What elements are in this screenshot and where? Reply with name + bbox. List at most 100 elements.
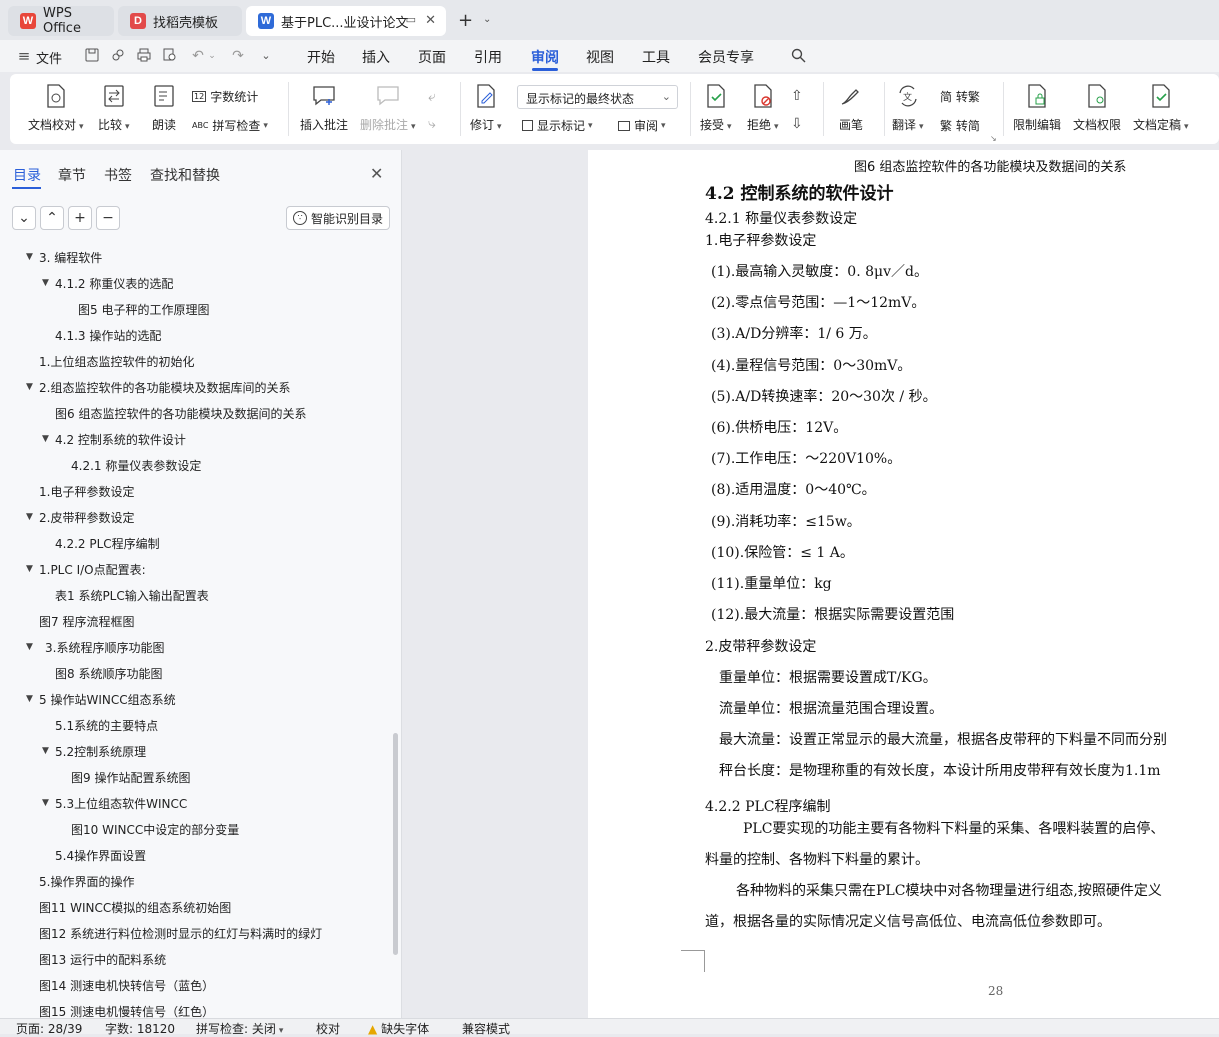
toc-item[interactable]: 5.3上位组态软件WINCC [55,792,187,814]
toc-item[interactable]: 图10 WINCC中设定的部分变量 [71,818,239,840]
tab-docer-templates[interactable]: D 找稻壳模板 [118,6,242,36]
toc-item[interactable]: 5.1系统的主要特点 [55,714,158,736]
toc-item[interactable]: 图13 运行中的配料系统 [39,948,166,970]
reject-button[interactable]: 拒绝 ▾ [747,74,779,133]
doc-finalize-button[interactable]: 文档定稿 ▾ [1133,74,1189,133]
nav-tab-sections[interactable]: 章节 [58,165,86,185]
spell-check-indicator[interactable]: 拼写检查: 关闭 ▾ [196,1020,283,1037]
toc-expand-icon[interactable]: ▼ [26,382,33,392]
restrict-edit-button[interactable]: 限制编辑 [1013,74,1061,133]
compare-button[interactable]: 比较 ▾ [98,74,130,133]
chevron-down-icon[interactable]: ⌄ [483,14,491,25]
remove-heading-button[interactable]: − [96,206,120,230]
toc-expand-icon[interactable]: ▼ [42,746,49,756]
toc-item[interactable]: 3.系统程序顺序功能图 [45,636,164,658]
toc-expand-icon[interactable]: ▼ [26,642,33,652]
toc-item[interactable]: 图7 程序流程框图 [39,610,134,632]
nav-tab-bookmarks[interactable]: 书签 [104,165,132,185]
close-icon[interactable]: ✕ [425,13,436,28]
toc-item[interactable]: 图5 电子秤的工作原理图 [78,298,209,320]
file-menu[interactable]: 文件 [36,48,62,67]
toc-item[interactable]: 4.2 控制系统的软件设计 [55,428,186,450]
previous-revision-icon[interactable]: ⇧ [791,88,803,104]
review-pane-button[interactable]: 审阅 ▾ [618,117,666,134]
search-icon[interactable] [790,48,806,64]
insert-comment-button[interactable]: 插入批注 [300,74,348,133]
toc-expand-icon[interactable]: ▼ [42,434,49,444]
toc-item[interactable]: 4.1.2 称重仪表的选配 [55,272,173,294]
smart-toc-button[interactable]: ∵ 智能识别目录 [286,206,390,230]
translate-button[interactable]: 文 翻译 ▾ [892,74,924,133]
toc-item[interactable]: 1.上位组态监控软件的初始化 [39,350,194,372]
menu-reference[interactable]: 引用 [474,47,502,67]
page-indicator[interactable]: 页面: 28/39 [16,1020,82,1037]
pen-button[interactable]: 画笔 [838,74,864,133]
toc-item[interactable]: 图14 测速电机快转信号（蓝色） [39,974,214,996]
to-traditional-button[interactable]: 简 转繁 [940,88,980,105]
print-preview-icon[interactable] [162,48,178,64]
accept-button[interactable]: 接受 ▾ [700,74,732,133]
menu-review[interactable]: 审阅 [531,47,559,67]
chevron-down-icon[interactable]: ⌄ [258,48,274,64]
nav-tab-find-replace[interactable]: 查找和替换 [150,165,220,185]
delete-comment-button[interactable]: 删除批注 ▾ [360,74,416,133]
next-revision-icon[interactable]: ⇩ [791,116,803,132]
toc-expand-icon[interactable]: ▼ [26,564,33,574]
revise-button[interactable]: 修订 ▾ [470,74,502,133]
redo-icon[interactable]: ↷ [230,48,246,64]
tab-current-document[interactable]: W 基于PLC...业设计论文 ▭ ✕ [246,6,446,36]
toc-item[interactable]: 图8 系统顺序功能图 [55,662,162,684]
next-comment-icon[interactable]: ⤷ [428,116,436,132]
toc-item[interactable]: 图9 操作站配置系统图 [71,766,190,788]
toc-item[interactable]: 4.2.1 称量仪表参数设定 [71,454,201,476]
toc-item[interactable]: 5.4操作界面设置 [55,844,146,866]
toc-item[interactable]: 4.1.3 操作站的选配 [55,324,161,346]
chevron-down-icon[interactable]: ⌄ [204,48,220,64]
tab-wps-office[interactable]: W WPS Office [8,6,114,36]
toc-item[interactable]: 1.电子秤参数设定 [39,480,134,502]
toc-item[interactable]: 2.组态监控软件的各功能模块及数据库间的关系 [39,376,290,398]
new-tab-icon[interactable]: + [458,10,473,31]
close-icon[interactable]: ✕ [370,164,383,183]
expand-down-button[interactable]: ⌄ [12,206,36,230]
doc-permission-button[interactable]: 文档权限 [1073,74,1121,133]
nav-scrollbar[interactable] [393,733,398,955]
missing-font-indicator[interactable]: ▲ 缺失字体 [368,1020,429,1037]
toc-item[interactable]: 图12 系统进行料位检测时显示的红灯与料满时的绿灯 [39,922,322,944]
doc-check-button[interactable]: 文档校对 ▾ [28,74,84,133]
toc-expand-icon[interactable]: ▼ [26,694,33,704]
add-heading-button[interactable]: + [68,206,92,230]
display-mode-select[interactable]: 显示标记的最终状态 ⌄ [517,85,678,109]
previous-comment-icon[interactable]: ⤶ [428,89,436,105]
link-icon[interactable] [110,48,126,64]
toc-item[interactable]: 1.PLC I/O点配置表: [39,558,146,580]
toc-item[interactable]: 图6 组态监控软件的各功能模块及数据间的关系 [55,402,306,424]
expand-group-icon[interactable]: ↘ [990,134,997,143]
collapse-up-button[interactable]: ⌃ [40,206,64,230]
hamburger-icon[interactable]: ≡ [16,48,32,64]
toc-expand-icon[interactable]: ▼ [26,252,33,262]
toc-item[interactable]: 2.皮带秤参数设定 [39,506,134,528]
menu-page[interactable]: 页面 [418,47,446,67]
nav-tab-toc[interactable]: 目录 [13,165,41,185]
to-simplified-button[interactable]: 繁 转简 [940,117,980,134]
toc-expand-icon[interactable]: ▼ [42,798,49,808]
toc-item[interactable]: 图11 WINCC模拟的组态系统初始图 [39,896,231,918]
menu-view[interactable]: 视图 [586,47,614,67]
menu-insert[interactable]: 插入 [362,47,390,67]
toc-item[interactable]: 5 操作站WINCC组态系统 [39,688,176,710]
toc-expand-icon[interactable]: ▼ [42,278,49,288]
toc-item[interactable]: 5.操作界面的操作 [39,870,134,892]
menu-start[interactable]: 开始 [307,47,335,67]
print-icon[interactable] [136,48,152,64]
menu-tools[interactable]: 工具 [642,47,670,67]
read-aloud-button[interactable]: 朗读 [151,74,177,133]
proofread-indicator[interactable]: 校对 [316,1020,340,1037]
word-count-button[interactable]: 12 字数统计 [192,88,258,105]
toc-expand-icon[interactable]: ▼ [26,512,33,522]
save-icon[interactable] [84,48,100,64]
document-page[interactable]: 图6 组态监控软件的各功能模块及数据间的关系 4.2 控制系统的软件设计 4.2… [588,150,1219,1018]
toc-item[interactable]: 4.2.2 PLC程序编制 [55,532,160,554]
word-count-indicator[interactable]: 字数: 18120 [105,1020,175,1037]
menu-member[interactable]: 会员专享 [698,47,754,67]
